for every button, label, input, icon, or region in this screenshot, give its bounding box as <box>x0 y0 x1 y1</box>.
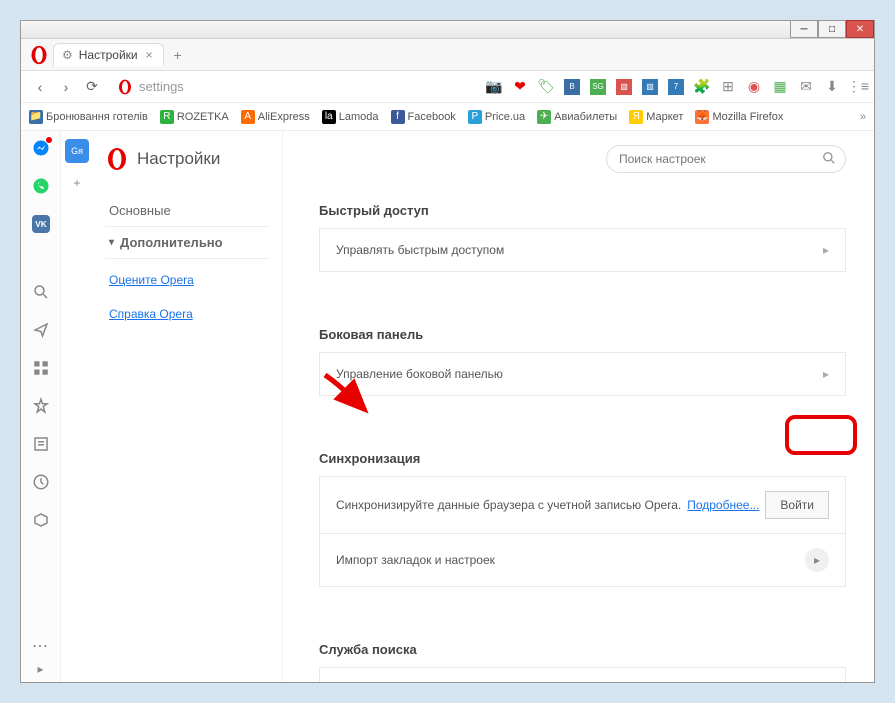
opera-page-icon <box>117 79 133 95</box>
search-sidebar-icon[interactable] <box>32 283 50 301</box>
settings-header: Настройки <box>105 147 270 171</box>
bookmark-item[interactable]: 🦊Mozilla Firefox <box>695 110 783 124</box>
chevron-right-icon: ▸ <box>823 243 829 257</box>
nav-advanced[interactable]: ▾ Дополнительно <box>105 226 270 259</box>
address-text: settings <box>139 79 184 94</box>
manage-sidebar-row[interactable]: Управление боковой панелью ▸ <box>319 352 846 396</box>
vk-icon[interactable]: VK <box>32 215 50 233</box>
ext3-icon[interactable]: ▧ <box>616 79 632 95</box>
ext5-icon[interactable]: 7 <box>668 79 684 95</box>
settings-search-input[interactable] <box>606 145 846 173</box>
section-quick-access-title: Быстрый доступ <box>319 203 846 218</box>
ext1-icon[interactable]: B <box>564 79 580 95</box>
settings-page: Настройки Основные ▾ Дополнительно Оцени… <box>93 131 874 682</box>
extensions-icon[interactable] <box>32 511 50 529</box>
heart-icon[interactable]: ❤ <box>512 79 528 95</box>
chevron-down-icon: ▾ <box>109 237 114 248</box>
history-icon[interactable] <box>32 473 50 491</box>
back-button[interactable]: ‹ <box>29 76 51 98</box>
tab-close-button[interactable]: × <box>144 48 155 62</box>
svg-text:VK: VK <box>35 220 47 229</box>
chevron-right-icon: ▸ <box>805 548 829 572</box>
ext8-icon[interactable]: ◉ <box>746 79 762 95</box>
section-sidebar-title: Боковая панель <box>319 327 846 342</box>
whatsapp-icon[interactable] <box>32 177 50 195</box>
forward-button[interactable]: › <box>55 76 77 98</box>
address-field[interactable]: settings <box>111 77 478 97</box>
browser-window: ─ □ ✕ ⚙ Настройки × + ‹ › ⟳ settings 📷 ❤… <box>20 20 875 683</box>
new-tab-button[interactable]: + <box>168 45 188 65</box>
help-opera-link[interactable]: Справка Opera <box>105 301 270 327</box>
bookmark-item[interactable]: 📁Бронювання готелів <box>29 110 148 124</box>
messenger-icon[interactable] <box>32 139 50 157</box>
ext7-icon[interactable]: ⊞ <box>720 79 736 95</box>
settings-sidebar: Настройки Основные ▾ Дополнительно Оцени… <box>93 131 283 682</box>
rate-opera-link[interactable]: Оцените Opera <box>105 267 270 293</box>
tab-strip-item[interactable]: Gя <box>65 139 89 163</box>
section-search-title: Служба поиска <box>319 642 846 657</box>
camera-icon[interactable]: 📷 <box>486 79 502 95</box>
address-bar: ‹ › ⟳ settings 📷 ❤ 🏷 B SG ▧ ▧ 7 🧩 ⊞ ◉ ▦ … <box>21 71 874 103</box>
bookmark-item[interactable]: RROZETKA <box>160 110 229 124</box>
chevron-right-icon: ▸ <box>823 367 829 381</box>
settings-content: Быстрый доступ Управлять быстрым доступо… <box>283 131 874 682</box>
maximize-button[interactable]: □ <box>818 20 846 38</box>
settings-title-text: Настройки <box>137 149 220 169</box>
tab-title: Настройки <box>79 48 138 62</box>
tag-icon[interactable]: 🏷 <box>538 79 554 95</box>
window-titlebar: ─ □ ✕ <box>21 21 874 39</box>
bookmark-item[interactable]: ЯМаркет <box>629 110 683 124</box>
toolbar-icons: 📷 ❤ 🏷 B SG ▧ ▧ 7 🧩 ⊞ ◉ ▦ ✉ ⬇ ⋮≡ <box>486 79 866 95</box>
search-engine-row: Задайте поисковую систему для поиска из … <box>319 667 846 682</box>
ext2-icon[interactable]: SG <box>590 79 606 95</box>
sync-text: Синхронизируйте данные браузера с учетно… <box>336 498 681 512</box>
tab-settings[interactable]: ⚙ Настройки × <box>53 43 164 66</box>
ext9-icon[interactable]: ▦ <box>772 79 788 95</box>
opera-logo-icon <box>105 147 129 171</box>
sync-login-button[interactable]: Войти <box>765 491 829 519</box>
flow-icon[interactable] <box>32 321 50 339</box>
easy-setup-icon[interactable]: ⋮≡ <box>850 79 866 95</box>
close-window-button[interactable]: ✕ <box>846 20 874 38</box>
sidebar-expand-button[interactable]: ⋯ <box>32 636 49 656</box>
bookmark-item[interactable]: AAliExpress <box>241 110 310 124</box>
tab-bar: ⚙ Настройки × + <box>21 39 874 71</box>
sidebar-toggle-button[interactable]: ▸ <box>37 662 43 676</box>
bookmarks-overflow-button[interactable]: » <box>860 111 866 123</box>
import-bookmarks-row[interactable]: Импорт закладок и настроек ▸ <box>319 533 846 587</box>
browser-sidebar: VK ⋯ ▸ <box>21 131 61 682</box>
ext10-icon[interactable]: ✉ <box>798 79 814 95</box>
tab-strip-add[interactable]: + <box>65 171 89 195</box>
bookmarks-bar: 📁Бронювання готелів RROZETKA AAliExpress la… <box>21 103 874 131</box>
section-sync-title: Синхронизация <box>319 451 846 466</box>
bookmark-item[interactable]: PPrice.ua <box>468 110 525 124</box>
sync-more-link[interactable]: Подробнее... <box>687 498 759 512</box>
speed-dial-icon[interactable] <box>32 359 50 377</box>
opera-menu-icon[interactable] <box>29 45 49 65</box>
manage-quick-access-row[interactable]: Управлять быстрым доступом ▸ <box>319 228 846 272</box>
gear-icon: ⚙ <box>62 48 73 62</box>
nav-basic[interactable]: Основные <box>105 195 270 226</box>
bookmarks-sidebar-icon[interactable] <box>32 397 50 415</box>
reload-button[interactable]: ⟳ <box>81 76 103 98</box>
search-icon <box>822 151 836 170</box>
bookmark-item[interactable]: laLamoda <box>322 110 379 124</box>
minimize-button[interactable]: ─ <box>790 20 818 38</box>
news-icon[interactable] <box>32 435 50 453</box>
bookmark-item[interactable]: ✈Авиабилеты <box>537 110 617 124</box>
ext6-icon[interactable]: 🧩 <box>694 79 710 95</box>
download-icon[interactable]: ⬇ <box>824 79 840 95</box>
ext4-icon[interactable]: ▧ <box>642 79 658 95</box>
bookmark-item[interactable]: fFacebook <box>391 110 456 124</box>
vertical-tab-strip: Gя + <box>61 131 93 682</box>
sync-login-row: Синхронизируйте данные браузера с учетно… <box>319 476 846 534</box>
